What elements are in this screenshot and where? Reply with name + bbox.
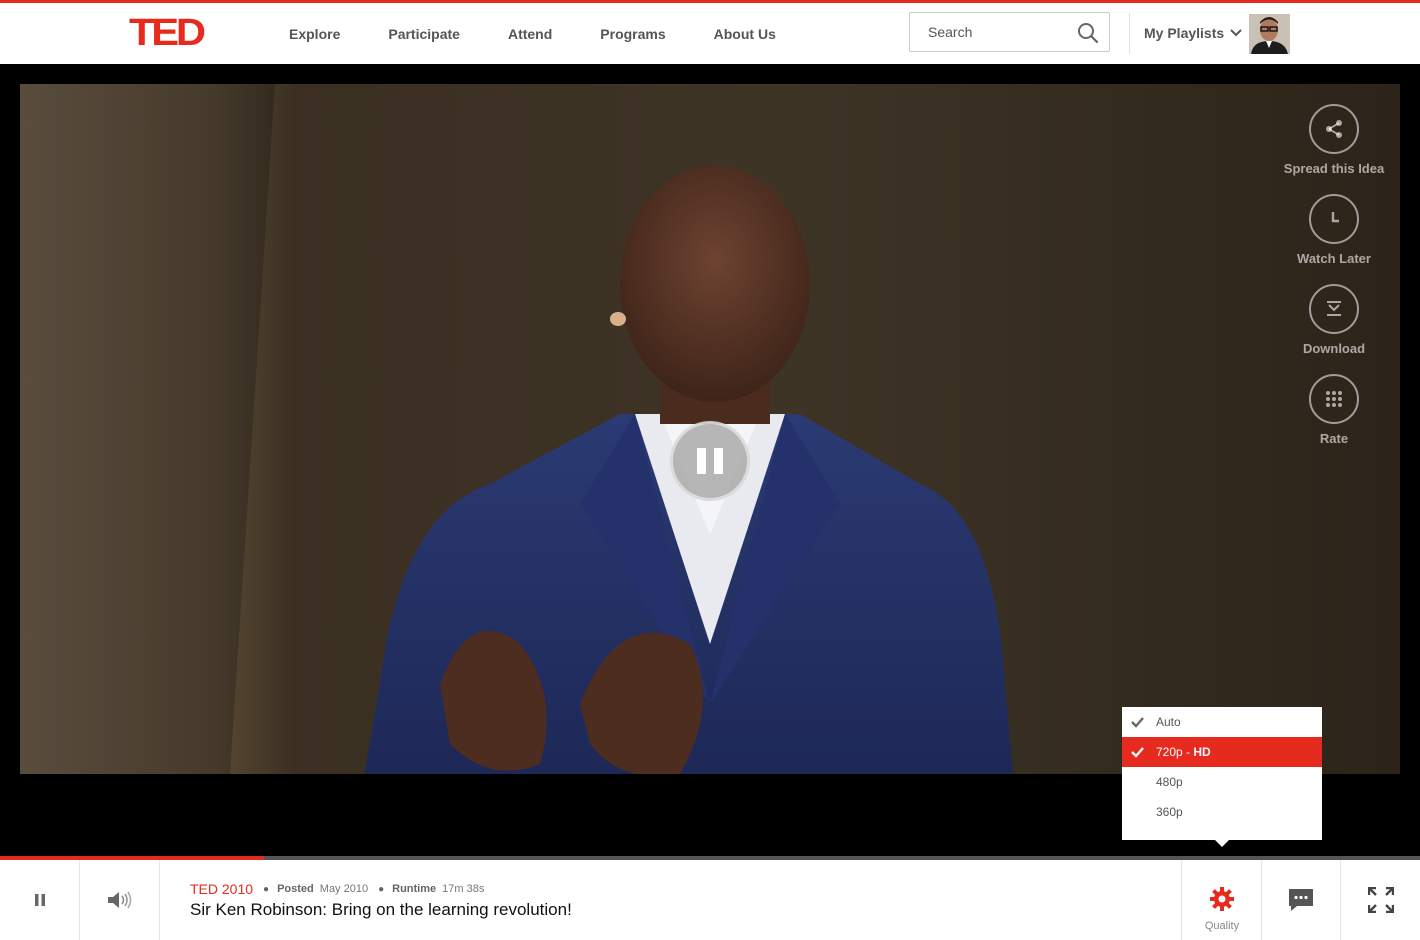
spread-idea-action[interactable]: Spread this Idea bbox=[1276, 104, 1392, 176]
download-label: Download bbox=[1302, 341, 1366, 356]
ted-logo[interactable]: TED bbox=[129, 13, 206, 53]
search-input[interactable] bbox=[910, 13, 1070, 51]
nav-participate[interactable]: Participate bbox=[388, 26, 460, 42]
pause-bar-icon bbox=[697, 448, 706, 474]
watch-later-action[interactable]: Watch Later bbox=[1276, 194, 1392, 266]
pause-bar-icon bbox=[714, 448, 723, 474]
user-avatar[interactable] bbox=[1249, 14, 1290, 54]
player-controls-bar: TED 2010 ● Posted May 2010 ● Runtime 17m… bbox=[0, 860, 1420, 940]
main-nav: Explore Participate Attend Programs Abou… bbox=[289, 3, 824, 64]
quality-label: Quality bbox=[1204, 920, 1240, 932]
volume-button[interactable] bbox=[80, 860, 160, 940]
quality-option-hd-label: HD bbox=[1193, 745, 1211, 759]
runtime-label: Runtime bbox=[392, 883, 437, 895]
nav-attend[interactable]: Attend bbox=[508, 26, 552, 42]
pause-button[interactable] bbox=[0, 860, 80, 940]
my-playlists-dropdown[interactable]: My Playlists bbox=[1144, 25, 1242, 41]
chevron-down-icon bbox=[1230, 29, 1242, 37]
center-pause-button[interactable] bbox=[670, 421, 750, 501]
meta-separator: ● bbox=[378, 883, 385, 895]
meta-separator: ● bbox=[263, 883, 270, 895]
quality-menu-caret bbox=[1215, 840, 1229, 847]
posted-label: Posted bbox=[277, 883, 314, 895]
nav-about-us[interactable]: About Us bbox=[714, 26, 776, 42]
spread-idea-label: Spread this Idea bbox=[1283, 161, 1385, 176]
rate-action[interactable]: Rate bbox=[1276, 374, 1392, 446]
gear-icon bbox=[1210, 887, 1234, 911]
search-icon[interactable] bbox=[1077, 22, 1099, 44]
share-icon bbox=[1309, 104, 1359, 154]
chat-bubble-icon bbox=[1289, 889, 1313, 911]
watch-later-label: Watch Later bbox=[1297, 251, 1371, 266]
nav-explore[interactable]: Explore bbox=[289, 26, 340, 42]
download-icon bbox=[1309, 284, 1359, 334]
download-action[interactable]: Download bbox=[1276, 284, 1392, 356]
quality-menu: Auto 720p - HD 480p 360p bbox=[1122, 707, 1322, 840]
header-divider bbox=[1129, 13, 1130, 54]
volume-icon bbox=[108, 891, 132, 909]
posted-value: May 2010 bbox=[319, 883, 369, 895]
nav-programs[interactable]: Programs bbox=[600, 26, 665, 42]
quality-option-label: 480p bbox=[1156, 775, 1183, 789]
quality-option-720p[interactable]: 720p - HD bbox=[1122, 737, 1322, 767]
quality-option-360p[interactable]: 360p bbox=[1122, 797, 1322, 827]
site-header: TED Explore Participate Attend Programs … bbox=[0, 0, 1420, 64]
rate-label: Rate bbox=[1319, 431, 1349, 446]
video-frame[interactable] bbox=[20, 84, 1400, 774]
clock-icon bbox=[1309, 194, 1359, 244]
fullscreen-button[interactable] bbox=[1341, 860, 1420, 940]
quality-option-label: 360p bbox=[1156, 805, 1183, 819]
runtime-value: 17m 38s bbox=[442, 883, 485, 895]
talk-title: Sir Ken Robinson: Bring on the learning … bbox=[190, 900, 572, 919]
pause-icon bbox=[35, 894, 45, 906]
fullscreen-icon bbox=[1367, 887, 1394, 913]
search-box bbox=[909, 12, 1110, 52]
quality-option-480p[interactable]: 480p bbox=[1122, 767, 1322, 797]
control-divider bbox=[159, 860, 160, 940]
quality-option-auto[interactable]: Auto bbox=[1122, 707, 1322, 737]
quality-option-label: Auto bbox=[1156, 715, 1181, 729]
quality-option-label: 720p - bbox=[1156, 745, 1194, 759]
dots-grid-icon bbox=[1309, 374, 1359, 424]
talk-meta: TED 2010 ● Posted May 2010 ● Runtime 17m… bbox=[190, 881, 494, 897]
check-icon bbox=[1131, 717, 1144, 728]
my-playlists-label: My Playlists bbox=[1144, 25, 1225, 41]
transcript-button[interactable] bbox=[1262, 860, 1340, 940]
check-icon bbox=[1131, 747, 1144, 758]
event-name[interactable]: TED 2010 bbox=[190, 881, 253, 897]
